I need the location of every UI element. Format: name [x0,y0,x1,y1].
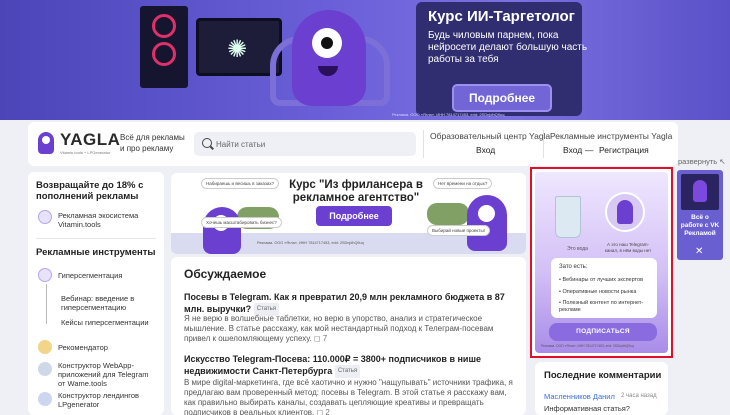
benefit-item: • Полезный контент по интернет-рекламе [559,300,644,313]
speech-bubble: Хочешь масштабировать бизнес? [201,217,282,228]
discussed-heading: Обсуждаемое [184,267,267,281]
top-ad-banner[interactable]: ✺ Курс ИИ-Таргетолог Будь чиловым парнем… [0,0,730,120]
post-excerpt: Я не верю в волшебные таблетки, но верю … [184,314,514,344]
recommender-icon [38,340,52,354]
post-excerpt: В мире digital-маркетинга, где всё хаоти… [184,378,514,415]
sidebar-item-webinar[interactable]: Вебинар: введение в гиперсегментацию [61,294,156,312]
subscribe-button[interactable]: ПОДПИСАТЬСЯ [549,323,657,341]
post-excerpt-text: Я не верю в волшебные таблетки, но верю … [184,314,494,343]
pc-case-illustration [140,6,188,88]
sidebar-item-cases[interactable]: Кейсы гиперсегментации [61,318,149,327]
vk-ad-card[interactable]: Всё о работе с VK Рекламой ✕ [677,170,723,260]
benefits-card: Зато есть: • Вебинары от лучших эксперто… [551,258,657,318]
telegram-ad-block[interactable]: Это вода А это наш Telegram-канал, в нём… [530,167,673,358]
recent-comments: Последние комментарии Масленников Данил … [535,362,668,415]
post-title-link[interactable]: Посевы в Telegram. Как я превратил 20,9 … [184,292,514,316]
mascot-illustration [292,10,366,106]
speech-bubble: Набираешь и весишь в заказах? [201,178,280,189]
banner-title: Курс ИИ-Таргетолог [428,8,575,25]
hypersegmentation-icon [38,268,52,282]
post-title-text[interactable]: Посевы в Telegram. Как я превратил 20,9 … [184,292,505,314]
post-excerpt-text: В мире digital-маркетинга, где всё хаоти… [184,378,513,415]
course-ad-banner[interactable]: Набираешь и весишь в заказах? Хочешь мас… [171,173,526,254]
search-box[interactable] [194,132,416,156]
tools-register-link[interactable]: Регистрация [599,145,649,155]
comment-time: 2 часа назад [621,393,657,399]
sidebar-item-webapp[interactable]: Конструктор WebApp-приложений для Telegr… [58,361,158,388]
vitamin-icon [38,210,52,224]
cashback-promo[interactable]: Возвращайте до 18% с пополнений рекламы [36,180,160,202]
telegram-label: А это наш Telegram-канал, в нём воды нет [604,242,652,253]
search-input[interactable] [216,137,406,151]
post-tag: Статья [334,365,361,378]
course-details-button[interactable]: Подробнее [316,206,392,226]
expand-link[interactable]: развернуть ↖ [678,157,726,166]
water-glass-illustration [555,196,581,238]
course-banner-legal: Реклама. ООО «Ягла», ИНН 7814717453, eri… [257,241,364,245]
mascot-illustration [203,207,241,254]
site-logo[interactable]: YAGLA [60,130,120,150]
speech-bubble: Нет времени на отдых? [433,178,493,189]
water-label: Это вода [567,246,588,252]
comment-icon: ◻ [313,334,321,343]
search-icon [202,138,212,148]
speech-bubble: Выбирай новые проекты! [427,225,490,236]
course-banner-title: Курс "Из фрилансера в рекламное агентств… [289,179,423,204]
vk-ad-text[interactable]: Всё о работе с VK Рекламой [680,214,720,238]
site-header: YAGLA Vitamin.tools + LPGenerator Всё дл… [28,122,678,166]
post-title-link[interactable]: Искусство Telegram-Посева: 110.000₽ = 38… [184,354,514,378]
openai-logo-icon: ✺ [227,35,248,63]
vk-ad-image [681,174,719,210]
sidebar-item-hypersegmentation[interactable]: Гиперсегментация [58,271,122,280]
edu-login-link[interactable]: Вход [476,145,495,155]
telegram-ad-inner: Это вода А это наш Telegram-канал, в нём… [535,172,668,353]
comment-count[interactable]: 7 [323,334,327,343]
channel-avatar [605,192,645,232]
header-divider [423,130,424,158]
comment-author[interactable]: Масленников Данил [544,392,615,401]
sidebar-item-vitamin[interactable]: Рекламная экосистема Vitamin.tools [58,211,156,229]
comment-text[interactable]: Информативная статья? [544,404,630,413]
mascot-illustration [467,195,507,251]
yagla-logo-icon[interactable] [38,132,54,154]
recent-comments-heading: Последние комментарии [544,370,662,381]
divider [36,238,156,239]
tools-heading: Рекламные инструменты [36,247,156,258]
lpgenerator-icon [38,392,52,406]
header-divider [543,130,544,158]
wame-icon [38,362,52,376]
tools-title: Рекламные инструменты Yagla [550,131,673,141]
sidebar-item-landing[interactable]: Конструктор лендингов LPgenerator [58,391,158,409]
banner-text: Будь чиловым парнем, пока нейросети дела… [428,30,588,65]
tree-line [46,284,47,324]
sidebar-item-recommender[interactable]: Рекомендатор [58,343,108,352]
banner-legal: Реклама. ООО «Ягла», ИНН 7814717453, eri… [392,112,505,117]
left-sidebar: Возвращайте до 18% с пополнений рекламы … [28,172,164,415]
benefit-item: • Оперативные новости рынка [559,289,637,295]
tools-separator: — [585,145,594,155]
banner-details-button[interactable]: Подробнее [452,84,552,112]
logo-subtitle: Vitamin.tools + LPGenerator [60,150,111,155]
comment-icon: ◻ [316,408,324,415]
post-title-text[interactable]: Искусство Telegram-Посева: 110.000₽ = 38… [184,354,481,376]
benefit-item: • Вебинары от лучших экспертов [559,277,643,283]
close-icon[interactable]: ✕ [695,246,703,257]
site-tagline: Всё для рекламы и про рекламу [120,133,185,153]
money-illustration [427,203,469,225]
benefits-heading: Зато есть: [559,264,588,270]
comment-count[interactable]: 2 [325,408,329,415]
edu-center-title: Образовательный центр Yagla [430,131,551,141]
tools-login-link[interactable]: Вход [563,145,582,155]
telegram-ad-legal: Реклама. ООО «Ягла», ИНН 7814717453, eri… [541,344,634,348]
discussed-section: Обсуждаемое Посевы в Telegram. Как я пре… [171,257,526,415]
